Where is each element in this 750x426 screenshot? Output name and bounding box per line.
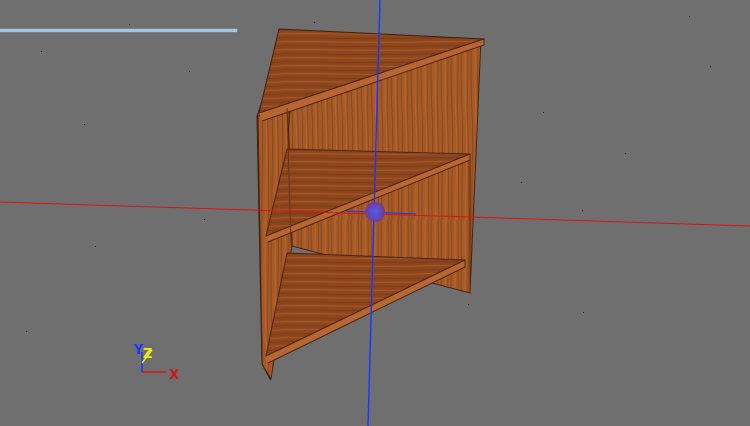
orientation-triad: Y Z X bbox=[133, 343, 179, 383]
triad-x-label: X bbox=[169, 368, 179, 383]
shelf-lower-board[interactable] bbox=[265, 252, 466, 357]
pivot-point-icon[interactable] bbox=[365, 202, 385, 222]
scene-canvas[interactable]: Y Z X bbox=[0, 0, 750, 426]
3d-viewport[interactable]: Y Z X bbox=[0, 0, 750, 426]
triad-z-label: Z bbox=[143, 347, 152, 362]
